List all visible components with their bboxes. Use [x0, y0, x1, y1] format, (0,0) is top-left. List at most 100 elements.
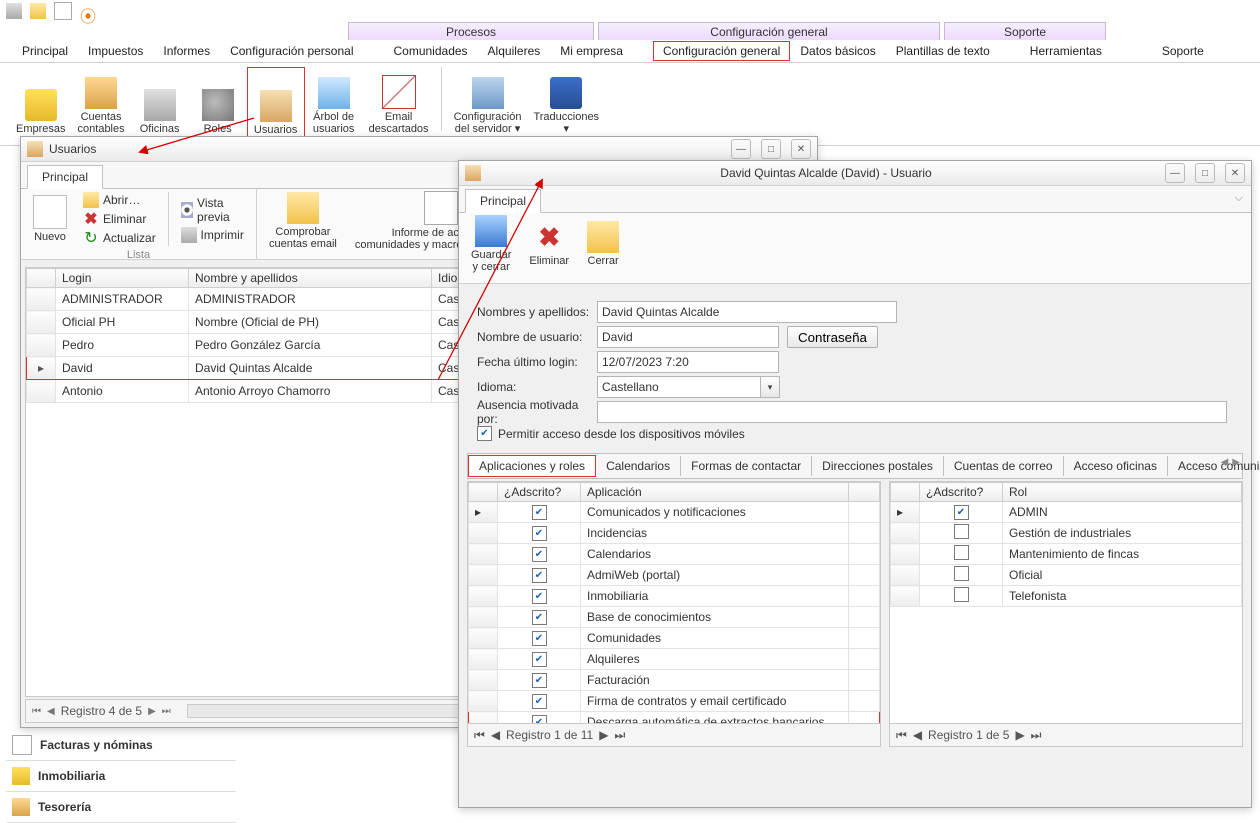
menu-datos-básicos[interactable]: Datos básicos: [790, 41, 885, 61]
tab-formas-de-contactar[interactable]: Formas de contactar: [681, 456, 812, 476]
check-email-button[interactable]: Comprobar cuentas email: [263, 192, 343, 250]
absence-input[interactable]: [597, 401, 1227, 423]
rss-icon[interactable]: ⦿: [80, 3, 96, 19]
print-button[interactable]: Imprimir: [177, 226, 251, 244]
app-row[interactable]: ✔Comunidades: [469, 628, 880, 649]
mobile-access-checkbox[interactable]: ✔ Permitir acceso desde los dispositivos…: [477, 426, 1241, 441]
nav-next[interactable]: ▶: [148, 706, 156, 717]
expand-ribbon-button[interactable]: ⌵: [1235, 192, 1243, 205]
app-row[interactable]: ✔Base de conocimientos: [469, 607, 880, 628]
nav-next[interactable]: ▶: [1015, 728, 1024, 742]
tabs-scroll-right[interactable]: ▶: [1232, 457, 1240, 468]
apps-grid[interactable]: ¿Adscrito? Aplicación ▸✔Comunicados y no…: [467, 481, 881, 747]
sidenav-tesorería[interactable]: Tesorería: [6, 792, 236, 823]
tab-acceso-comunidades[interactable]: Acceso comunidades: [1168, 456, 1260, 476]
menu-principal[interactable]: Principal: [12, 41, 78, 61]
save-close-button[interactable]: Guardar y cerrar: [465, 215, 517, 273]
tab-aplicaciones-y-roles[interactable]: Aplicaciones y roles: [468, 455, 596, 477]
close-button[interactable]: ✕: [1225, 163, 1245, 183]
role-row[interactable]: Telefonista: [891, 586, 1242, 607]
nav-prev[interactable]: ◀: [913, 728, 922, 742]
tab-acceso-oficinas[interactable]: Acceso oficinas: [1064, 456, 1168, 476]
menu-mi-empresa[interactable]: Mi empresa: [550, 41, 633, 61]
tab-cuentas-de-correo[interactable]: Cuentas de correo: [944, 456, 1064, 476]
refresh-button[interactable]: ↻Actualizar: [79, 229, 160, 247]
nav-last[interactable]: ⏭: [1031, 728, 1042, 743]
roles-navbar[interactable]: ⏮◀ Registro 1 de 5 ▶⏭: [890, 723, 1242, 746]
delete-user-button[interactable]: ✖Eliminar: [523, 221, 575, 267]
nav-last[interactable]: ⏭: [614, 728, 625, 743]
col-application[interactable]: Aplicación: [581, 483, 849, 502]
detail-tabs[interactable]: Aplicaciones y rolesCalendariosFormas de…: [467, 453, 1243, 479]
preview-button[interactable]: Vista previa: [177, 195, 251, 225]
tabs-scroll-left[interactable]: ◀: [1221, 457, 1229, 468]
password-button[interactable]: Contraseña: [787, 326, 878, 348]
minimize-button[interactable]: —: [1165, 163, 1185, 183]
tab-principal[interactable]: Principal: [465, 189, 541, 213]
menu-informes[interactable]: Informes: [153, 41, 220, 61]
app-row[interactable]: ▸✔Comunicados y notificaciones: [469, 502, 880, 523]
ribbon-oficinas[interactable]: Oficinas: [131, 67, 189, 135]
col-name[interactable]: Nombre y apellidos: [189, 269, 432, 288]
apps-navbar[interactable]: ⏮◀ Registro 1 de 11 ▶⏭: [468, 723, 880, 746]
delete-button[interactable]: ✖Eliminar: [79, 210, 160, 228]
nav-prev[interactable]: ◀: [47, 706, 55, 717]
ribbon-traducciones[interactable]: Traducciones ▾: [527, 67, 605, 135]
role-row[interactable]: Gestión de industriales: [891, 523, 1242, 544]
app-row[interactable]: ✔Alquileres: [469, 649, 880, 670]
new-button[interactable]: Nuevo: [27, 195, 73, 243]
minimize-button[interactable]: —: [731, 139, 751, 159]
menu-impuestos[interactable]: Impuestos: [78, 41, 153, 61]
role-row[interactable]: Mantenimiento de fincas: [891, 544, 1242, 565]
sidenav-facturas-y-nóminas[interactable]: Facturas y nóminas: [6, 730, 236, 761]
chevron-down-icon[interactable]: ▾: [761, 376, 780, 398]
menu-comunidades[interactable]: Comunidades: [384, 41, 478, 61]
app-row[interactable]: ✔AdmiWeb (portal): [469, 565, 880, 586]
nav-prev[interactable]: ◀: [491, 728, 500, 742]
nav-last[interactable]: ⏭: [162, 706, 171, 717]
name-input[interactable]: David Quintas Alcalde: [597, 301, 897, 323]
menu-soporte[interactable]: Soporte: [1152, 41, 1214, 61]
user-titlebar[interactable]: David Quintas Alcalde (David) - Usuario …: [459, 161, 1251, 186]
roles-grid[interactable]: ¿Adscrito? Rol ▸✔ADMINGestión de industr…: [889, 481, 1243, 747]
app-row[interactable]: ✔Calendarios: [469, 544, 880, 565]
role-row[interactable]: Oficial: [891, 565, 1242, 586]
nav-first[interactable]: ⏮: [474, 728, 485, 743]
menu-plantillas-de-texto[interactable]: Plantillas de texto: [886, 41, 1000, 61]
app-row[interactable]: ✔Firma de contratos y email certificado: [469, 691, 880, 712]
ribbon-configuración[interactable]: Configuración del servidor ▾: [448, 67, 528, 135]
ribbon-email[interactable]: Email descartados: [363, 67, 435, 135]
menu-alquileres[interactable]: Alquileres: [478, 41, 551, 61]
col-login[interactable]: Login: [56, 269, 189, 288]
close-button[interactable]: ✕: [791, 139, 811, 159]
col-subscribed[interactable]: ¿Adscrito?: [920, 483, 1003, 502]
app-row[interactable]: ✔Inmobiliaria: [469, 586, 880, 607]
menu-configuración-general[interactable]: Configuración general: [653, 41, 790, 61]
sidenav-inmobiliaria[interactable]: Inmobiliaria: [6, 761, 236, 792]
language-combo[interactable]: Castellano ▾: [597, 376, 780, 398]
mail-icon[interactable]: [30, 3, 46, 19]
tab-principal[interactable]: Principal: [27, 165, 103, 189]
app-row[interactable]: ✔Facturación: [469, 670, 880, 691]
doc-icon[interactable]: [54, 2, 72, 20]
ribbon-usuarios[interactable]: Usuarios: [247, 67, 305, 137]
nav-next[interactable]: ▶: [599, 728, 608, 742]
open-button[interactable]: Abrir…: [79, 191, 160, 209]
app-row[interactable]: ✔Incidencias: [469, 523, 880, 544]
user-input[interactable]: David: [597, 326, 779, 348]
col-subscribed[interactable]: ¿Adscrito?: [498, 483, 581, 502]
menu-configuración-personal[interactable]: Configuración personal: [220, 41, 363, 61]
users-titlebar[interactable]: Usuarios — □ ✕: [21, 137, 817, 162]
ribbon-empresas[interactable]: Empresas: [10, 67, 72, 135]
ribbon-cuentas[interactable]: Cuentas contables: [72, 67, 131, 135]
col-role[interactable]: Rol: [1003, 483, 1242, 502]
role-row[interactable]: ▸✔ADMIN: [891, 502, 1242, 523]
tab-direcciones-postales[interactable]: Direcciones postales: [812, 456, 944, 476]
maximize-button[interactable]: □: [761, 139, 781, 159]
maximize-button[interactable]: □: [1195, 163, 1215, 183]
nav-first[interactable]: ⏮: [32, 706, 41, 717]
nav-first[interactable]: ⏮: [896, 728, 907, 743]
close-user-button[interactable]: Cerrar: [581, 221, 625, 267]
ribbon-árbol-de[interactable]: Árbol de usuarios: [305, 67, 363, 135]
tab-calendarios[interactable]: Calendarios: [596, 456, 681, 476]
